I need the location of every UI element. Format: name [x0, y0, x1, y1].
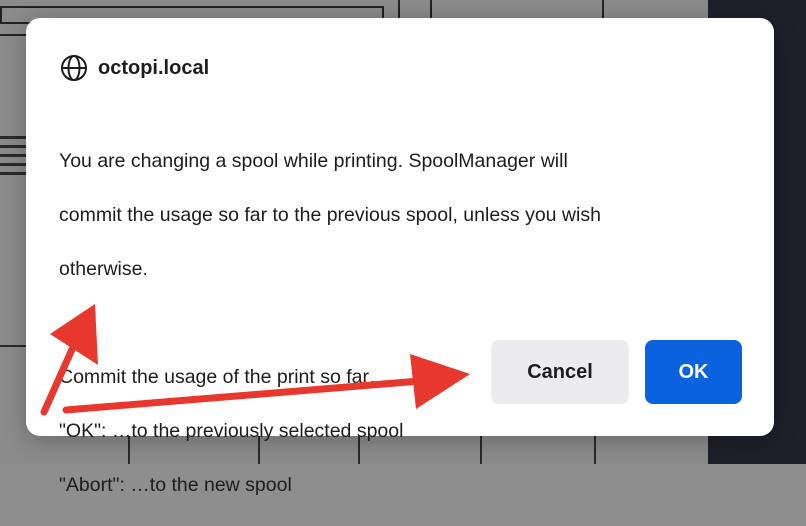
background-line: [0, 172, 26, 175]
background-line: [0, 136, 26, 139]
dialog-header: octopi.local: [60, 54, 209, 82]
commit-line-ok: "OK": …to the previously selected spool: [59, 420, 404, 442]
confirm-dialog: octopi.local You are changing a spool wh…: [26, 18, 774, 496]
message-line: commit the usage so far to the previous …: [59, 204, 601, 226]
background-line: [0, 154, 26, 157]
commit-line: Commit the usage of the print so far…: [59, 366, 389, 388]
dialog-message: You are changing a spool while printing.…: [59, 121, 739, 526]
message-line: You are changing a spool while printing.…: [59, 150, 568, 172]
commit-line-abort: "Abort": …to the new spool: [59, 474, 292, 496]
ok-button[interactable]: OK: [645, 340, 742, 404]
dialog-origin: octopi.local: [98, 56, 210, 79]
message-line: otherwise.: [59, 258, 148, 280]
background-line: [0, 145, 26, 148]
background-line: [0, 163, 26, 166]
cancel-button[interactable]: Cancel: [491, 340, 629, 404]
globe-icon: [60, 54, 88, 82]
background-line: [0, 345, 26, 347]
